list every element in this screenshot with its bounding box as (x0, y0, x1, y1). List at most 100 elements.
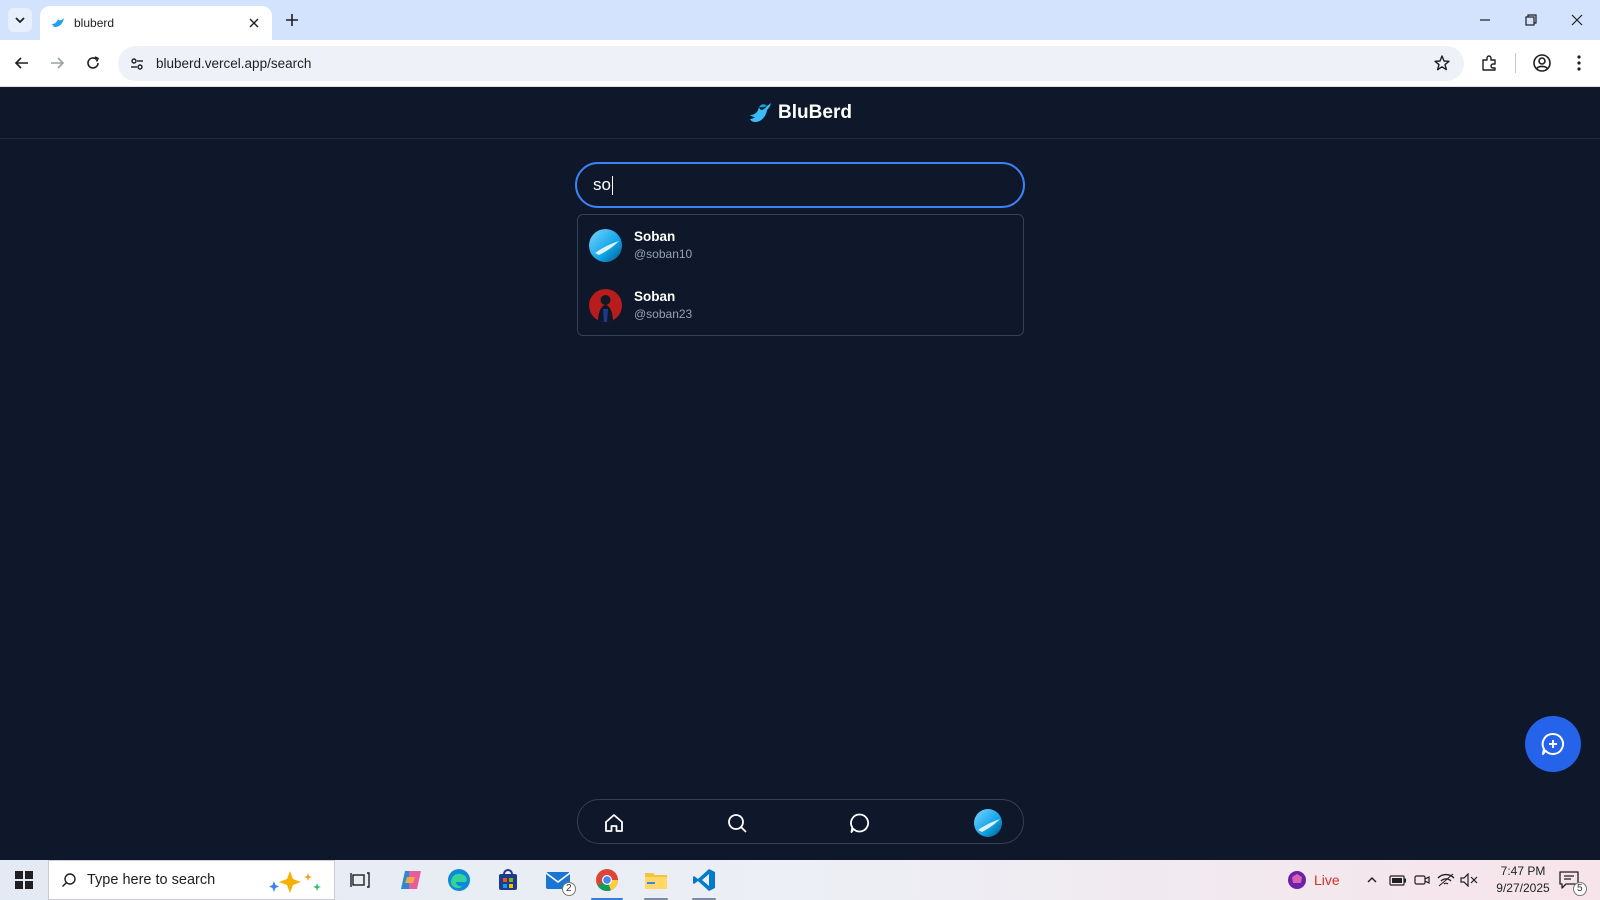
notification-center-button[interactable]: 5 (1558, 860, 1587, 900)
toolbar-divider (1515, 53, 1516, 73)
close-tab-icon[interactable] (246, 15, 262, 31)
show-hidden-icons-button[interactable] (1366, 860, 1378, 900)
chrome-app[interactable] (587, 864, 627, 900)
chevron-down-icon (15, 17, 25, 24)
account-icon (1533, 54, 1551, 72)
search-input-value: so (593, 175, 611, 194)
home-icon (605, 814, 623, 832)
nav-search[interactable] (723, 809, 751, 837)
volume-tray[interactable] (1460, 860, 1478, 900)
edge-icon (448, 869, 470, 891)
search-input[interactable]: so (575, 162, 1025, 208)
windows-taskbar: Type here to search 2 Live 7:47 PM 9/27/… (0, 860, 1600, 900)
taskbar-search-box[interactable]: Type here to search (48, 860, 335, 900)
new-tab-button[interactable] (280, 8, 304, 32)
chrome-icon (596, 869, 619, 892)
arrow-left-icon (14, 57, 28, 69)
result-handle: @soban10 (634, 247, 693, 261)
live-label: Live (1314, 872, 1340, 888)
vscode-app[interactable] (684, 864, 724, 900)
search-icon (62, 873, 76, 887)
new-post-button[interactable] (1525, 716, 1581, 772)
folder-icon (645, 873, 667, 889)
clock-date: 9/27/2025 (1496, 881, 1550, 895)
nav-messages[interactable] (846, 809, 874, 837)
start-button[interactable] (4, 864, 44, 896)
taskbar-search-placeholder: Type here to search (87, 872, 216, 888)
kebab-menu-icon (1577, 55, 1581, 71)
app-header: BluBerd (0, 87, 1600, 139)
search-result-item[interactable]: Soban @soban10 (578, 215, 1023, 275)
wifi-icon (1437, 873, 1455, 887)
battery-icon (1389, 875, 1406, 886)
puzzle-icon (1482, 55, 1496, 71)
copilot-app[interactable] (391, 864, 431, 896)
tab-search-button[interactable] (8, 8, 32, 32)
sparkle-icon (269, 871, 321, 893)
minimize-button[interactable] (1462, 0, 1508, 40)
avatar (589, 228, 622, 262)
bottom-navigation (577, 799, 1024, 844)
weather-widget[interactable]: Live (1286, 860, 1340, 900)
windows-logo-icon (15, 871, 33, 889)
sports-ball-icon (1288, 871, 1306, 889)
browser-toolbar: bluberd.vercel.app/search (0, 40, 1600, 87)
profile-button[interactable] (1528, 49, 1556, 77)
clock-time: 7:47 PM (1500, 864, 1546, 878)
edge-app[interactable] (439, 864, 479, 896)
brand-logo[interactable]: BluBerd (748, 102, 852, 124)
address-bar[interactable]: bluberd.vercel.app/search (118, 46, 1464, 81)
brand-name: BluBerd (778, 101, 852, 123)
text-caret (611, 175, 613, 195)
plus-icon (286, 14, 298, 26)
meet-now-tray[interactable] (1414, 860, 1430, 900)
chat-bubble-icon (850, 813, 869, 833)
url-text: bluberd.vercel.app/search (156, 56, 312, 71)
store-app[interactable] (488, 864, 528, 896)
bird-logo-icon (750, 102, 772, 122)
mail-badge: 2 (562, 882, 576, 896)
search-result-item[interactable]: Soban @soban23 (578, 275, 1023, 335)
result-handle: @soban23 (634, 307, 693, 321)
reload-button[interactable] (78, 48, 108, 78)
browser-menu-button[interactable] (1565, 49, 1593, 77)
battery-tray[interactable] (1389, 860, 1407, 900)
file-explorer-app[interactable] (636, 864, 676, 900)
tab-title: bluberd (74, 16, 115, 30)
forward-button[interactable] (42, 48, 72, 78)
site-settings-icon[interactable] (126, 53, 148, 75)
notification-badge: 5 (1573, 882, 1587, 896)
tab-strip: bluberd (0, 0, 1600, 40)
nav-home[interactable] (600, 809, 628, 837)
browser-tab[interactable]: bluberd (40, 6, 272, 40)
store-icon (499, 869, 517, 890)
close-window-button[interactable] (1554, 0, 1600, 40)
system-clock[interactable]: 7:47 PM 9/27/2025 (1486, 863, 1560, 897)
chevron-up-icon (1367, 877, 1377, 883)
extensions-button[interactable] (1475, 49, 1503, 77)
result-name: Soban (634, 229, 676, 244)
search-results-dropdown: Soban @soban10 Soban @soban23 (577, 214, 1024, 336)
mail-app[interactable]: 2 (538, 864, 578, 896)
task-view-icon (350, 872, 370, 888)
bookmark-star-icon[interactable] (1432, 53, 1452, 73)
camera-icon (1414, 875, 1430, 885)
restore-button[interactable] (1508, 0, 1554, 40)
search-icon (728, 814, 747, 833)
result-name: Soban (634, 289, 676, 304)
nav-profile[interactable] (974, 809, 1002, 837)
back-button[interactable] (7, 48, 37, 78)
arrow-right-icon (51, 57, 65, 69)
copilot-icon (401, 871, 421, 889)
minimize-icon (1480, 19, 1490, 21)
task-view-button[interactable] (340, 864, 380, 896)
network-tray[interactable] (1437, 860, 1455, 900)
avatar (589, 288, 622, 322)
volume-muted-icon (1460, 873, 1478, 887)
close-icon (1571, 14, 1583, 26)
bird-favicon-icon (50, 15, 66, 31)
vscode-icon (693, 869, 715, 891)
profile-avatar-icon (974, 809, 1002, 837)
restore-icon (1525, 14, 1537, 26)
chat-plus-icon (1541, 732, 1564, 755)
